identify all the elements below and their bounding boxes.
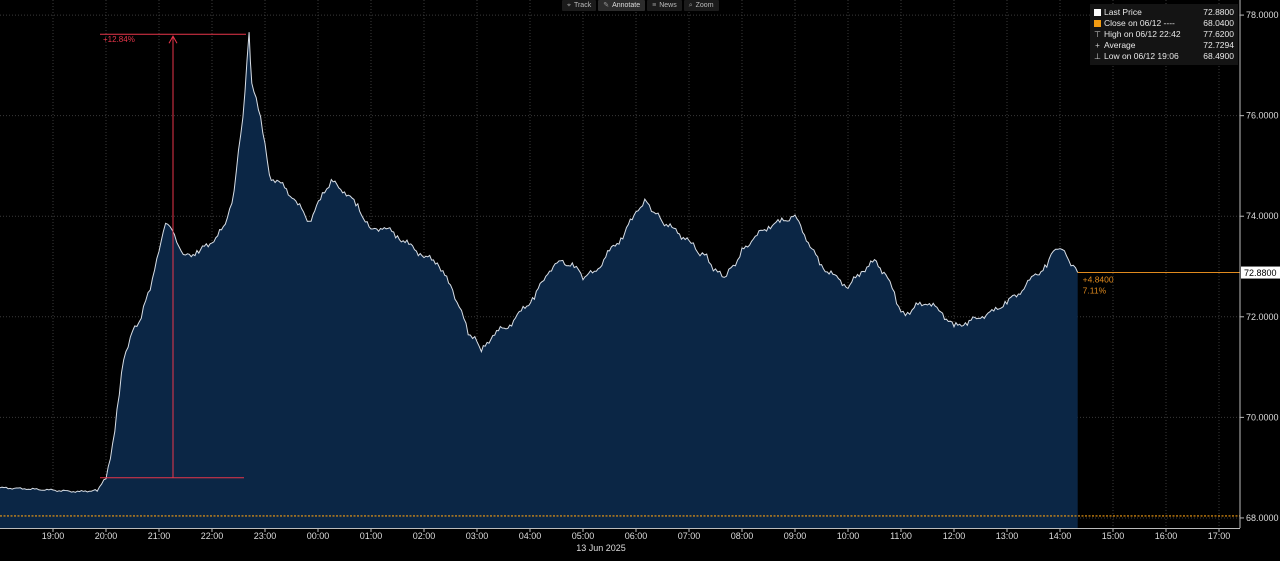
legend-label: High on 06/12 22:42 [1104, 29, 1181, 39]
price-chart[interactable]: 68.0000 70.0000 72.0000 74.0000 76.0000 78.00… [0, 0, 1280, 561]
x-tick-label: 22:00 [201, 531, 224, 541]
legend-value: 68.0400 [1203, 18, 1234, 28]
y-tick-label: 78.0000 [1246, 10, 1279, 20]
chart-legend: Last Price 72.8800 Close on 06/12 ---- 6… [1090, 4, 1238, 65]
y-tick-label: 70.0000 [1246, 412, 1279, 422]
x-tick-label: 03:00 [466, 531, 489, 541]
change-absolute-label: +4.8400 [1083, 275, 1114, 285]
y-tick-label: 68.0000 [1246, 513, 1279, 523]
change-percent-label: 7.11% [1083, 286, 1107, 296]
x-tick-label: 02:00 [413, 531, 436, 541]
x-tick-label: 20:00 [95, 531, 118, 541]
x-tick-label: 01:00 [360, 531, 383, 541]
legend-label: Close on 06/12 ---- [1104, 18, 1175, 28]
x-tick-label: 10:00 [837, 531, 860, 541]
x-axis-date-label: 13 Jun 2025 [576, 543, 626, 553]
x-tick-label: 21:00 [148, 531, 171, 541]
last-price-tag: 72.8800 [1244, 268, 1277, 278]
close-swatch-icon [1094, 20, 1101, 27]
last-price-swatch-icon [1094, 9, 1101, 16]
zoom-label: Zoom [695, 2, 714, 9]
x-tick-label: 00:00 [307, 531, 330, 541]
chart-toolbar: ⌖ Track ✎ Annotate ≡ News ⌕ Zoom [562, 0, 719, 11]
legend-last-price[interactable]: Last Price 72.8800 [1094, 7, 1234, 18]
crosshair-icon: ⌖ [567, 2, 571, 9]
zoom-button[interactable]: ⌕ Zoom [683, 0, 719, 11]
low-marker-icon: ⊥ [1094, 52, 1101, 61]
track-label: Track [573, 2, 592, 9]
x-tick-label: 07:00 [678, 531, 701, 541]
x-tick-label: 17:00 [1208, 531, 1231, 541]
legend-average[interactable]: + Average 72.7294 [1094, 40, 1234, 51]
x-tick-label: 12:00 [943, 531, 966, 541]
x-tick-label: 06:00 [625, 531, 648, 541]
x-tick-label: 13:00 [996, 531, 1019, 541]
annotate-button[interactable]: ✎ Annotate [598, 0, 646, 11]
track-button[interactable]: ⌖ Track [562, 0, 597, 11]
price-area [0, 32, 1078, 528]
measure-percent-label: +12.84% [103, 35, 135, 44]
news-button[interactable]: ≡ News [647, 0, 682, 11]
x-tick-label: 15:00 [1102, 531, 1125, 541]
legend-value: 72.7294 [1203, 40, 1234, 50]
x-tick-label: 08:00 [731, 531, 754, 541]
legend-label: Last Price [1104, 7, 1142, 17]
y-tick-label: 72.0000 [1246, 312, 1279, 322]
legend-close[interactable]: Close on 06/12 ---- 68.0400 [1094, 18, 1234, 29]
x-tick-label: 23:00 [254, 531, 277, 541]
annotate-label: Annotate [612, 2, 641, 9]
news-label: News [659, 2, 677, 9]
legend-value: 68.4900 [1203, 51, 1234, 61]
magnifier-icon: ⌕ [688, 2, 693, 9]
legend-value: 72.8800 [1203, 7, 1234, 17]
x-tick-label: 09:00 [784, 531, 807, 541]
x-tick-label: 14:00 [1049, 531, 1072, 541]
pencil-icon: ✎ [603, 2, 610, 9]
x-tick-label: 11:00 [890, 531, 912, 541]
x-tick-label: 16:00 [1155, 531, 1178, 541]
news-icon: ≡ [652, 2, 657, 9]
y-axis-strip [1240, 0, 1280, 561]
y-tick-label: 74.0000 [1246, 211, 1279, 221]
x-tick-label: 05:00 [572, 531, 595, 541]
x-tick-label: 04:00 [519, 531, 542, 541]
average-marker-icon: + [1095, 41, 1100, 50]
y-tick-label: 76.0000 [1246, 111, 1279, 121]
legend-label: Average [1104, 40, 1136, 50]
x-tick-label: 19:00 [42, 531, 65, 541]
legend-label: Low on 06/12 19:06 [1104, 51, 1179, 61]
legend-high[interactable]: ⊤ High on 06/12 22:42 77.6200 [1094, 29, 1234, 40]
high-marker-icon: ⊤ [1094, 30, 1101, 39]
legend-value: 77.6200 [1203, 29, 1234, 39]
legend-low[interactable]: ⊥ Low on 06/12 19:06 68.4900 [1094, 51, 1234, 62]
